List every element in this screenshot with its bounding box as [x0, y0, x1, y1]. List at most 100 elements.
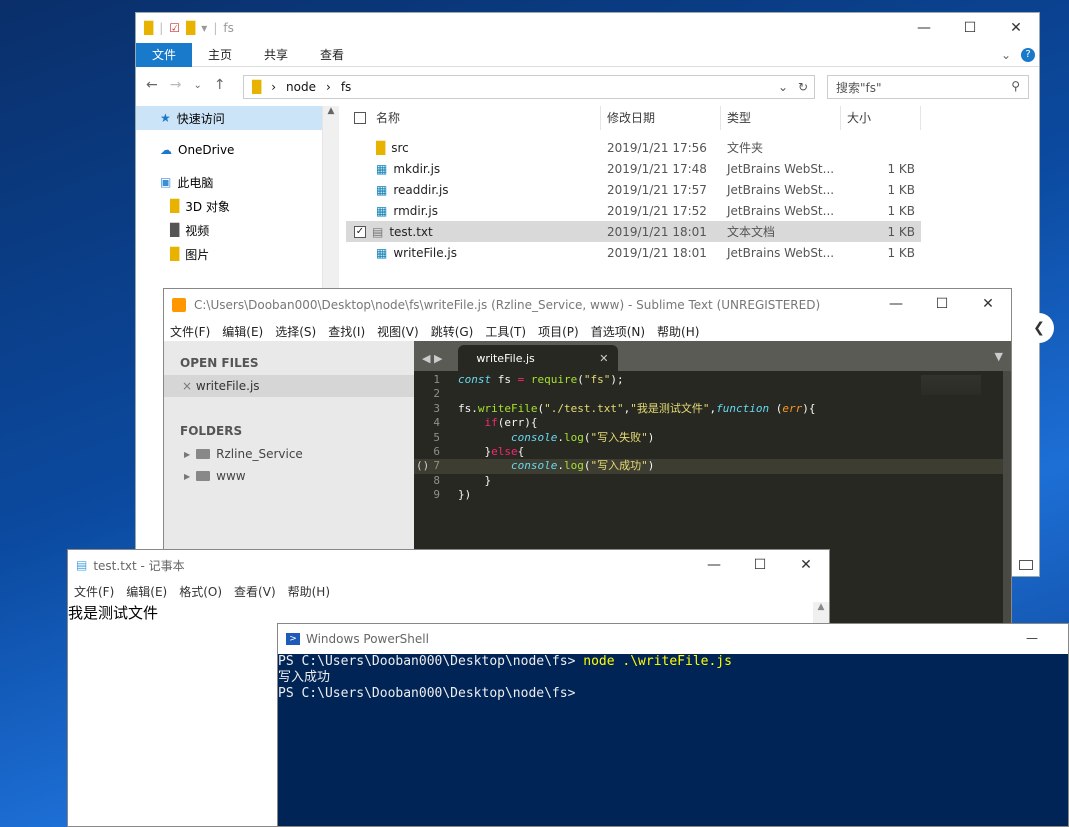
line-number: 4	[433, 416, 440, 430]
editor-scrollbar[interactable]	[1003, 371, 1011, 623]
code-line: 5 console.log("写入失败")	[414, 431, 1011, 445]
text-area[interactable]: 我是测试文件	[68, 602, 829, 623]
maximize-button[interactable]: ☐	[737, 550, 783, 580]
close-icon[interactable]: ×	[182, 379, 192, 393]
breadcrumb-fs[interactable]: fs	[341, 80, 351, 94]
column-type[interactable]: 类型	[721, 106, 841, 130]
scroll-up-icon[interactable]: ▲	[323, 106, 339, 116]
menu-edit[interactable]: 编辑(E)	[126, 583, 167, 600]
tab-dropdown-icon[interactable]: ▼	[995, 350, 1003, 371]
nav-label: 快速访问	[176, 111, 225, 126]
line-number: 1	[433, 373, 440, 386]
sublime-titlebar: C:\Users\Dooban000\Desktop\node\fs\write…	[164, 289, 1011, 321]
editor-tabs: ◀ ▶ writeFile.js ✕ ▼	[414, 341, 1011, 371]
minimize-button[interactable]: —	[691, 550, 737, 580]
file-date: 2019/1/21 17:57	[607, 182, 707, 197]
maximize-button[interactable]: ☐	[919, 289, 965, 319]
minimize-button[interactable]: —	[873, 289, 919, 319]
tab-view[interactable]: 查看	[304, 43, 360, 67]
breadcrumb-node[interactable]: node	[286, 80, 316, 94]
folder-icon	[196, 449, 211, 459]
powershell-titlebar: > Windows PowerShell —	[278, 624, 1068, 654]
file-row[interactable]: ▦ rmdir.js 2019/1/21 17:52 JetBrains WebS…	[346, 200, 1039, 221]
open-file-item[interactable]: × writeFile.js	[164, 375, 414, 397]
line-number: 5	[433, 430, 440, 444]
powershell-window: > Windows PowerShell — PS C:\Users\Dooba…	[277, 623, 1069, 827]
menu-help[interactable]: 帮助(H)	[288, 583, 330, 600]
nav-onedrive[interactable]: ☁ OneDrive	[136, 138, 336, 162]
desktop-expand-icon[interactable]: ❮	[1024, 313, 1054, 343]
file-row-selected[interactable]: ✓ ▤ test.txt 2019/1/21 18:01 文本文档 1 KB	[346, 221, 921, 242]
maximize-button[interactable]: ☐	[947, 13, 993, 43]
menu-tools[interactable]: 工具(T)	[485, 323, 526, 340]
expand-arrow-icon[interactable]: ▶	[184, 472, 190, 481]
file-row[interactable]: ▦ mkdir.js 2019/1/21 17:48 JetBrains WebS…	[346, 158, 1039, 179]
file-date: 2019/1/21 17:48	[607, 161, 707, 176]
column-name[interactable]: 名称	[346, 106, 601, 130]
forward-arrow-icon[interactable]: →	[170, 77, 182, 93]
explorer-titlebar: █ | ☑ █ ▾ | fs — ☐ ✕	[136, 13, 1039, 43]
menu-file[interactable]: 文件(F)	[170, 323, 210, 340]
close-button[interactable]: ✕	[993, 13, 1039, 43]
properties-icon[interactable]: ☑	[169, 21, 180, 35]
console-output[interactable]: PS C:\Users\Dooban000\Desktop\node\fs> n…	[278, 654, 1068, 702]
folder-item[interactable]: ▶ www	[164, 465, 414, 487]
prompt: PS C:\Users\Dooban000\Desktop\node\fs>	[278, 686, 576, 701]
minimize-button[interactable]: —	[901, 13, 947, 43]
folder-icon: █	[376, 140, 386, 155]
nav-scrollbar[interactable]: ▲	[322, 106, 339, 301]
menu-format[interactable]: 格式(O)	[179, 583, 222, 600]
menu-edit[interactable]: 编辑(E)	[222, 323, 263, 340]
back-arrow-icon[interactable]: ←	[146, 77, 158, 93]
tab-label: writeFile.js	[476, 351, 535, 365]
nav-3d-objects[interactable]: █ 3D 对象	[136, 194, 336, 218]
minimize-button[interactable]: —	[1026, 631, 1038, 645]
search-input[interactable]: 搜索"fs" ⚲	[827, 75, 1029, 99]
menu-view[interactable]: 查看(V)	[234, 583, 276, 600]
nav-this-pc[interactable]: ▣ 此电脑	[136, 170, 336, 194]
file-row[interactable]: █ src 2019/1/21 17:56 文件夹	[346, 137, 1039, 158]
menu-project[interactable]: 项目(P)	[538, 323, 579, 340]
menu-find[interactable]: 查找(I)	[328, 323, 365, 340]
tab-share[interactable]: 共享	[248, 43, 304, 67]
address-bar[interactable]: █ › node › fs ⌄ ↻	[243, 75, 815, 99]
up-arrow-icon[interactable]: ↑	[214, 77, 226, 93]
column-size[interactable]: 大小	[841, 106, 921, 130]
large-icons-view-icon[interactable]	[1019, 560, 1033, 570]
help-icon[interactable]: ?	[1021, 47, 1035, 62]
folder-item[interactable]: ▶ Rzline_Service	[164, 443, 414, 465]
menu-preferences[interactable]: 首选项(N)	[591, 323, 645, 340]
file-name: writeFile.js	[393, 245, 457, 260]
expand-arrow-icon[interactable]: ▶	[184, 450, 190, 459]
expand-ribbon-icon[interactable]: ⌄	[1001, 48, 1011, 62]
new-folder-icon[interactable]: █	[186, 21, 195, 35]
close-button[interactable]: ✕	[783, 550, 829, 580]
nav-quick-access[interactable]: ★ 快速访问	[136, 106, 336, 130]
tab-home[interactable]: 主页	[192, 43, 248, 67]
tab-close-icon[interactable]: ✕	[599, 352, 608, 365]
menu-selection[interactable]: 选择(S)	[275, 323, 316, 340]
folder-icon	[196, 471, 211, 481]
menu-goto[interactable]: 跳转(G)	[431, 323, 474, 340]
editor-tab[interactable]: writeFile.js ✕	[458, 345, 619, 371]
menu-view[interactable]: 视图(V)	[377, 323, 419, 340]
tab-file[interactable]: 文件	[136, 42, 193, 67]
quick-access-dropdown-icon[interactable]: ▾	[201, 21, 207, 35]
address-dropdown-icon[interactable]: ⌄	[778, 80, 788, 94]
file-row[interactable]: ▦ readdir.js 2019/1/21 17:57 JetBrains We…	[346, 179, 1039, 200]
menu-help[interactable]: 帮助(H)	[657, 323, 699, 340]
nav-pictures[interactable]: █ 图片	[136, 242, 336, 266]
column-date[interactable]: 修改日期	[601, 106, 721, 130]
tab-nav-arrows-icon[interactable]: ◀ ▶	[422, 352, 442, 371]
file-row[interactable]: ▦ writeFile.js 2019/1/21 18:01 JetBrains …	[346, 242, 1039, 263]
select-all-checkbox[interactable]	[354, 112, 366, 124]
refresh-icon[interactable]: ↻	[798, 80, 808, 94]
minimap[interactable]	[921, 375, 981, 395]
recent-dropdown-icon[interactable]: ⌄	[193, 80, 201, 91]
menu-file[interactable]: 文件(F)	[74, 583, 114, 600]
close-button[interactable]: ✕	[965, 289, 1011, 319]
line-number: 2	[433, 387, 440, 401]
nav-videos[interactable]: █ 视频	[136, 218, 336, 242]
row-checkbox[interactable]: ✓	[354, 225, 366, 238]
file-type: JetBrains WebSt...	[727, 245, 835, 260]
